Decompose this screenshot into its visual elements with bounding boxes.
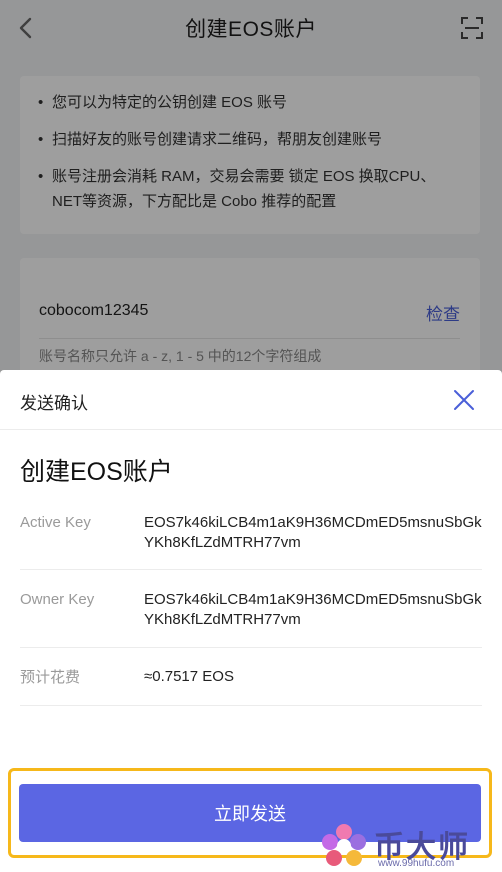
row-value: EOS7k46kiLCB4m1aK9H36MCDmED5msnuSbGkYKh8… bbox=[144, 591, 482, 628]
row-label: 预计花费 bbox=[20, 669, 81, 686]
watermark: 币大师 www.99hufu.com bbox=[318, 820, 498, 872]
row-label: Active Key bbox=[20, 514, 91, 531]
active-key-row: Active Key EOS7k46kiLCB4m1aK9H36MCDmED5m… bbox=[20, 500, 482, 570]
row-value: EOS7k46kiLCB4m1aK9H36MCDmED5msnuSbGkYKh8… bbox=[144, 514, 482, 551]
sheet-heading: 创建EOS账户 bbox=[20, 458, 173, 486]
watermark-url: www.99hufu.com bbox=[378, 858, 455, 869]
sheet-title: 发送确认 bbox=[20, 394, 88, 413]
fee-row: 预计花费 ≈0.7517 EOS bbox=[20, 648, 482, 706]
row-value: ≈0.7517 EOS bbox=[144, 668, 234, 685]
row-label: Owner Key bbox=[20, 591, 95, 608]
sheet-header: 发送确认 bbox=[0, 370, 502, 430]
owner-key-row: Owner Key EOS7k46kiLCB4m1aK9H36MCDmED5ms… bbox=[20, 570, 482, 648]
flower-logo-icon bbox=[322, 824, 366, 866]
close-icon[interactable] bbox=[452, 388, 476, 412]
